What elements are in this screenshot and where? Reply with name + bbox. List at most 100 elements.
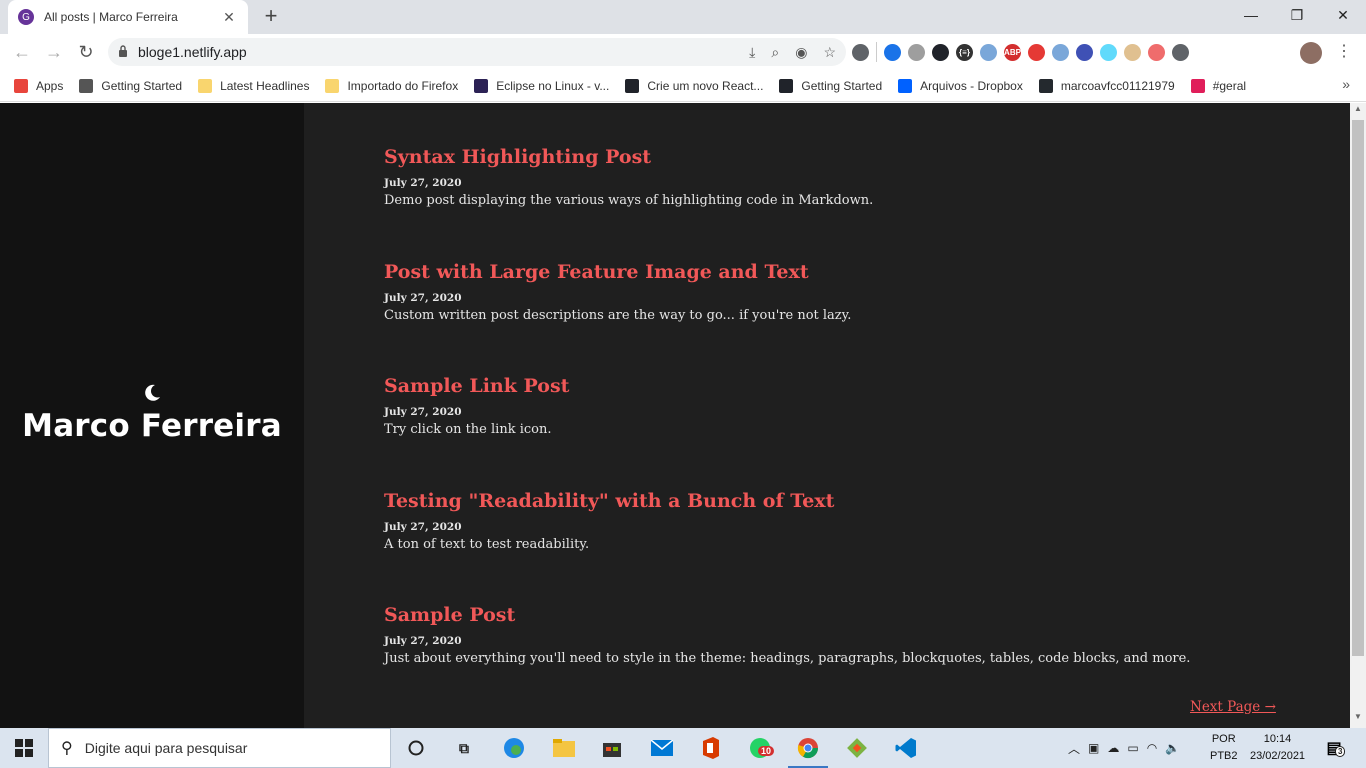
web-page: Marco Ferreira Syntax Highlighting Post J… (0, 103, 1350, 728)
youtube-ext-icon[interactable] (1028, 43, 1045, 61)
language-code: POR (1211, 733, 1236, 745)
ext-10-icon[interactable] (1076, 43, 1093, 61)
back-button[interactable]: ← (10, 40, 34, 64)
ext-12-icon[interactable] (1124, 43, 1141, 61)
post-title-link[interactable]: Syntax Highlighting Post (384, 143, 651, 171)
url-text[interactable]: bloge1.netlify.app (138, 44, 733, 60)
reload-button[interactable]: ↻ (74, 40, 98, 64)
store-icon[interactable] (600, 736, 624, 760)
volume-icon[interactable]: 🔈 (1165, 741, 1180, 755)
battery-icon[interactable]: ▭ (1127, 741, 1138, 755)
bookmark-item[interactable]: Importado do Firefox (325, 78, 459, 93)
scroll-down-icon[interactable]: ▼ (1350, 712, 1366, 726)
bookmark-item[interactable]: marcoavfcc01121979 (1038, 78, 1175, 93)
bookmark-item[interactable]: Crie um novo React... (625, 78, 763, 93)
post-list: Syntax Highlighting Post July 27, 2020 Dem… (384, 143, 1284, 716)
file-explorer-icon[interactable] (552, 736, 576, 760)
browser-titlebar: G All posts | Marco Ferreira ✕ + — ❐ ✕ (0, 0, 1366, 34)
search-placeholder: Digite aqui para pesquisar (84, 740, 248, 756)
whatsapp-icon[interactable]: 10 (748, 736, 775, 760)
bookmark-icon (1038, 78, 1053, 93)
json-ext-icon[interactable]: {≡} (956, 43, 973, 61)
adblock-ext-icon[interactable]: ABP (1004, 43, 1021, 61)
bookmark-icon (898, 78, 913, 93)
extensions-bar: {≡} ABP (852, 40, 1332, 64)
ext-6-icon[interactable] (980, 43, 997, 61)
notifications-icon[interactable]: ▤ 3 (1322, 736, 1346, 760)
close-tab-icon[interactable]: ✕ (220, 9, 238, 26)
chrome-icon[interactable] (796, 736, 820, 760)
next-page-link[interactable]: Next Page → (1190, 699, 1276, 715)
start-button[interactable] (0, 728, 48, 768)
onedrive-icon[interactable]: ☁ (1107, 741, 1119, 755)
tab-title: All posts | Marco Ferreira (44, 10, 178, 24)
office-icon[interactable] (699, 736, 723, 760)
bookmark-item[interactable]: #geral (1190, 78, 1246, 93)
post-date: July 27, 2020 (384, 406, 462, 418)
bookmark-item[interactable]: Latest Headlines (198, 78, 309, 93)
react-ext-icon[interactable] (1100, 43, 1117, 61)
minimize-button[interactable]: — (1228, 0, 1274, 30)
browser-tab[interactable]: G All posts | Marco Ferreira ✕ (8, 0, 248, 34)
post-description: A ton of text to test readability. (384, 536, 590, 552)
scrollbar-thumb[interactable] (1352, 120, 1364, 656)
bookmark-item[interactable]: Apps (14, 78, 63, 93)
post-title-link[interactable]: Testing "Readability" with a Bunch of Te… (384, 487, 834, 515)
clock-ext-icon[interactable] (908, 43, 925, 61)
bookmark-item[interactable]: Getting Started (779, 78, 882, 93)
post-description: Try click on the link icon. (384, 422, 552, 437)
settings-ext-icon[interactable] (852, 43, 869, 61)
post-title-link[interactable]: Sample Link Post (384, 372, 569, 400)
puzzle-ext-icon[interactable] (1172, 43, 1189, 61)
notifications-count: 3 (1335, 746, 1346, 757)
git-app-icon[interactable] (845, 736, 869, 760)
post-date: July 27, 2020 (384, 291, 462, 304)
browser-menu-icon[interactable]: ⋮ (1334, 40, 1354, 64)
extension-separator (876, 42, 877, 62)
post-date: July 27, 2020 (384, 635, 462, 647)
post-description: Custom written post descriptions are the… (384, 307, 852, 323)
mail-icon[interactable] (650, 736, 674, 760)
ext-13-icon[interactable] (1148, 43, 1165, 61)
globe-ext-icon[interactable] (884, 43, 901, 61)
profile-avatar[interactable] (1300, 42, 1322, 64)
maximize-button[interactable]: ❐ (1274, 0, 1320, 30)
install-app-icon[interactable]: ⤓ (749, 44, 755, 61)
clock[interactable]: 10:14 23/02/2021 (1250, 731, 1305, 765)
ext-9-icon[interactable] (1052, 43, 1069, 61)
bookmark-item[interactable]: Getting Started (79, 78, 182, 93)
address-bar[interactable]: bloge1.netlify.app ⤓ ⌕ ◉ ☆ (108, 38, 846, 66)
post-date: July 27, 2020 (384, 520, 462, 533)
new-tab-button[interactable]: + (258, 4, 284, 30)
post-title-link[interactable]: Post with Large Feature Image and Text (384, 258, 809, 286)
zoom-icon[interactable]: ⌕ (771, 44, 779, 61)
bookmark-item[interactable]: Arquivos - Dropbox (898, 78, 1023, 93)
taskbar-search[interactable]: ⚲ Digite aqui para pesquisar (48, 728, 391, 768)
windows-logo-icon (15, 739, 33, 757)
lock-icon[interactable] (118, 44, 128, 60)
tracking-icon[interactable]: ◉ (795, 44, 807, 61)
react-devtools-ext-icon[interactable] (932, 43, 949, 61)
bookmark-label: Arquivos - Dropbox (920, 78, 1023, 93)
bookmark-icon (1190, 78, 1205, 93)
bookmark-icon (779, 78, 794, 93)
cortana-icon[interactable] (404, 736, 428, 760)
tray-expand-icon[interactable]: ︿ (1068, 740, 1080, 757)
apps-grid-icon (14, 78, 28, 93)
language-indicator[interactable]: POR PTB2 (1210, 731, 1238, 765)
site-title[interactable]: Marco Ferreira (0, 408, 304, 444)
moon-icon[interactable] (142, 383, 162, 403)
forward-button[interactable]: → (42, 40, 66, 64)
bookmark-star-icon[interactable]: ☆ (823, 44, 836, 61)
vscode-icon[interactable] (894, 736, 918, 760)
task-view-icon[interactable]: ⧉ (452, 736, 476, 760)
post-title-link[interactable]: Sample Post (384, 601, 515, 629)
edge-icon[interactable] (502, 736, 526, 760)
bookmarks-overflow-icon[interactable]: » (1342, 76, 1350, 92)
bookmark-item[interactable]: Eclipse no Linux - v... (474, 78, 609, 93)
scroll-up-icon[interactable]: ▲ (1350, 104, 1366, 118)
bookmark-label: Importado do Firefox (347, 78, 459, 93)
window-close-button[interactable]: ✕ (1320, 0, 1366, 30)
wifi-icon[interactable]: ◠ (1147, 741, 1157, 755)
meet-now-icon[interactable]: ▣ (1088, 741, 1099, 755)
